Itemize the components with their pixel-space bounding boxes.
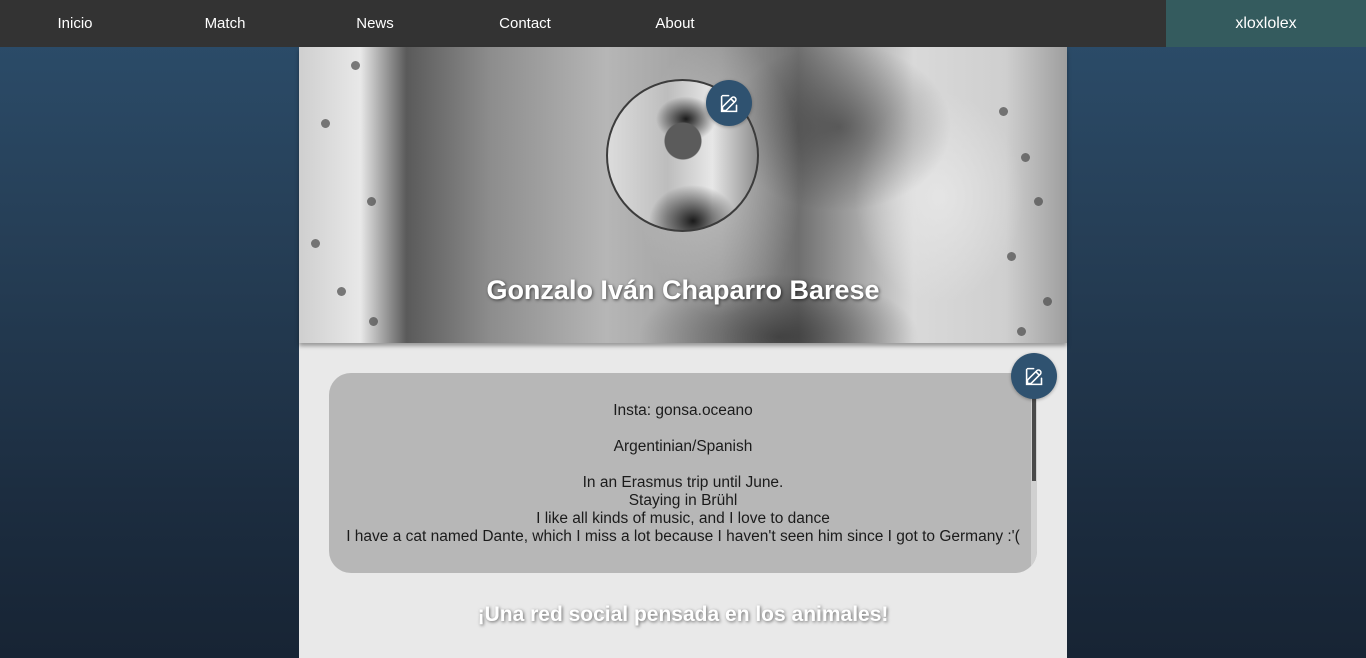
nav-item-inicio[interactable]: Inicio (0, 0, 150, 47)
bio-line: I have a cat named Dante, which I miss a… (346, 528, 1020, 545)
bio-spacer (345, 420, 1021, 438)
nav-item-contact[interactable]: Contact (450, 0, 600, 47)
profile-content: Gonzalo Iván Chaparro Barese Insta: gons… (299, 47, 1067, 658)
nav-item-news[interactable]: News (300, 0, 450, 47)
nav-item-match[interactable]: Match (150, 0, 300, 47)
profile-name: Gonzalo Iván Chaparro Barese (486, 275, 880, 305)
edit-icon (720, 94, 737, 112)
bio-text: Insta: gonsa.oceano Argentinian/Spanish … (329, 373, 1037, 546)
bio-spacer (345, 456, 1021, 474)
user-menu[interactable]: xloxlolex (1166, 0, 1366, 47)
bio-line: Insta: gonsa.oceano (613, 402, 753, 419)
edit-avatar-button[interactable] (706, 80, 752, 126)
bio-line: Argentinian/Spanish (613, 438, 753, 455)
bio-line: I like all kinds of music, and I love to… (536, 510, 830, 527)
tagline: ¡Una red social pensada en los animales! (477, 603, 889, 626)
bio-scrollbar[interactable] (1031, 373, 1037, 573)
bio-line: In an Erasmus trip until June. (582, 474, 784, 491)
bio-box: Insta: gonsa.oceano Argentinian/Spanish … (329, 373, 1037, 573)
top-navbar: Inicio Match News Contact About xloxlole… (0, 0, 1366, 47)
edit-bio-button[interactable] (1011, 353, 1057, 399)
cover-image: Gonzalo Iván Chaparro Barese (299, 47, 1067, 343)
bio-scroll-thumb[interactable] (1032, 395, 1036, 481)
edit-icon (1025, 367, 1042, 385)
nav-item-about[interactable]: About (600, 0, 750, 47)
bio-line: Staying in Brühl (628, 492, 738, 509)
